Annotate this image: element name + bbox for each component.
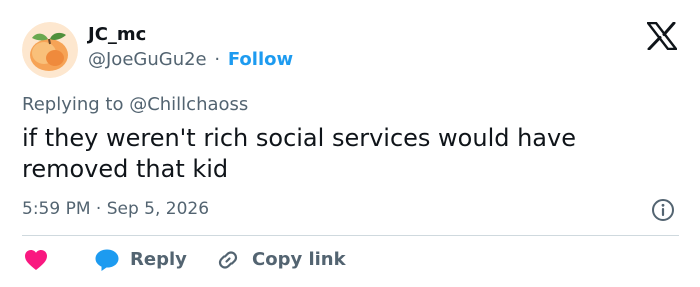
tweet-text: if they weren't rich social services wou… [22, 124, 576, 183]
heart-icon [25, 250, 47, 270]
info-icon[interactable] [651, 198, 675, 222]
divider [22, 235, 679, 236]
reply-label: Reply [130, 249, 187, 270]
x-logo-icon[interactable] [646, 21, 678, 51]
reply-bubble-icon [95, 249, 119, 271]
copy-link-button[interactable]: Copy link [216, 247, 346, 273]
author-display-name[interactable]: JC_mc [88, 24, 146, 46]
like-button[interactable] [24, 249, 48, 271]
author-handle-row: @JoeGuGu2e · Follow [88, 49, 293, 71]
reply-context: Replying to @Chillchaoss [22, 94, 249, 115]
peach-avatar-icon [22, 22, 78, 78]
avatar[interactable] [22, 22, 78, 78]
author-handle[interactable]: @JoeGuGu2e [88, 49, 207, 70]
follow-button[interactable]: Follow [228, 49, 293, 70]
link-icon [218, 251, 238, 269]
tweet-timestamp[interactable]: 5:59 PM · Sep 5, 2026 [22, 198, 209, 220]
tweet-card: JC_mc @JoeGuGu2e · Follow Replying to @C… [0, 0, 700, 287]
separator-dot: · [214, 49, 221, 70]
reply-button[interactable]: Reply [94, 247, 187, 273]
copy-link-label: Copy link [252, 249, 346, 270]
